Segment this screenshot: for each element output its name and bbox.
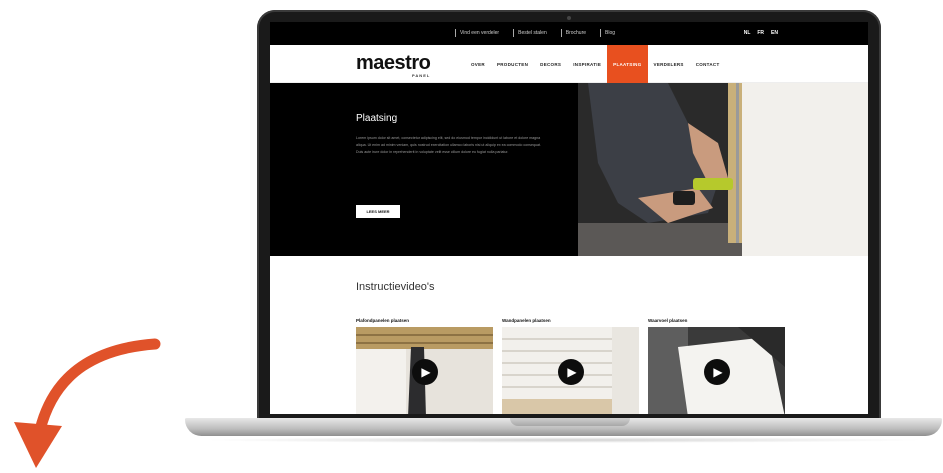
play-icon: ▶: [567, 365, 577, 379]
hero-body: Lorem ipsum dolor sit amet, consectetur …: [356, 136, 541, 154]
main-nav: OVER PRODUCTEN DECORS INSPIRATIE PLAATSI…: [465, 45, 726, 83]
site-header: maestro PANEL OVER PRODUCTEN DECORS INSP…: [270, 45, 868, 83]
play-button[interactable]: ▶: [703, 359, 730, 385]
lang-fr[interactable]: FR: [757, 30, 764, 36]
camera-icon: [567, 16, 571, 20]
nav-item-verdelers[interactable]: VERDELERS: [648, 45, 690, 83]
top-links: Vind een verdeler Bestel stalen Brochure…: [455, 29, 615, 37]
video-card-title: Plafondpanelen plaatsen: [356, 318, 410, 323]
nav-item-decors[interactable]: DECORS: [534, 45, 567, 83]
video-thumbnail: ▶: [356, 327, 493, 414]
nav-item-over[interactable]: OVER: [465, 45, 491, 83]
play-button[interactable]: ▶: [557, 359, 584, 385]
stage: Vind een verdeler Bestel stalen Brochure…: [0, 0, 943, 473]
video-card-title: Wandpanelen plaatsen: [502, 318, 551, 323]
video-card[interactable]: Waarvoel plaatsen ▶: [648, 318, 785, 414]
nav-item-contact[interactable]: CONTACT: [690, 45, 726, 83]
laptop-notch: [510, 418, 630, 426]
lang-nl[interactable]: NL: [744, 30, 751, 36]
video-card-title: Waarvoel plaatsen: [648, 318, 688, 323]
video-thumbnail: ▶: [648, 327, 785, 414]
video-card[interactable]: Plafondpanelen plaatsen ▶: [356, 318, 493, 414]
play-button[interactable]: ▶: [411, 359, 438, 385]
top-link-samples[interactable]: Bestel stalen: [513, 29, 547, 37]
videos-title: Instructievideo's: [356, 281, 435, 293]
arrow-icon: [14, 338, 161, 468]
nav-item-producten[interactable]: PRODUCTEN: [491, 45, 534, 83]
lang-en[interactable]: EN: [771, 30, 778, 36]
play-icon: ▶: [713, 365, 723, 379]
top-link-dealer[interactable]: Vind een verdeler: [455, 29, 499, 37]
logo-text: maestro: [356, 52, 431, 74]
hero-title: Plaatsing: [356, 113, 398, 124]
read-more-button[interactable]: LEES MEER: [356, 205, 400, 218]
hero-image: [578, 83, 868, 256]
laptop-screen: Vind een verdeler Bestel stalen Brochure…: [270, 22, 868, 414]
top-bar: Vind een verdeler Bestel stalen Brochure…: [270, 22, 868, 45]
laptop-shadow: [200, 437, 927, 443]
top-link-blog[interactable]: Blog: [600, 29, 615, 37]
installer-photo: [578, 83, 868, 256]
hero: Plaatsing Lorem ipsum dolor sit amet, co…: [270, 83, 868, 256]
logo[interactable]: maestro PANEL: [356, 52, 431, 78]
language-switcher: NL FR EN: [744, 30, 778, 36]
nav-item-plaatsing[interactable]: PLAATSING: [607, 45, 648, 83]
hero-text-panel: Plaatsing Lorem ipsum dolor sit amet, co…: [270, 83, 578, 256]
video-card[interactable]: Wandpanelen plaatsen ▶: [502, 318, 639, 414]
nav-item-inspiratie[interactable]: INSPIRATIE: [567, 45, 607, 83]
play-icon: ▶: [421, 365, 431, 379]
videos-section: Instructievideo's Plafondpanelen plaatse…: [270, 256, 868, 414]
video-thumbnail: ▶: [502, 327, 639, 414]
top-link-brochure[interactable]: Brochure: [560, 29, 586, 37]
